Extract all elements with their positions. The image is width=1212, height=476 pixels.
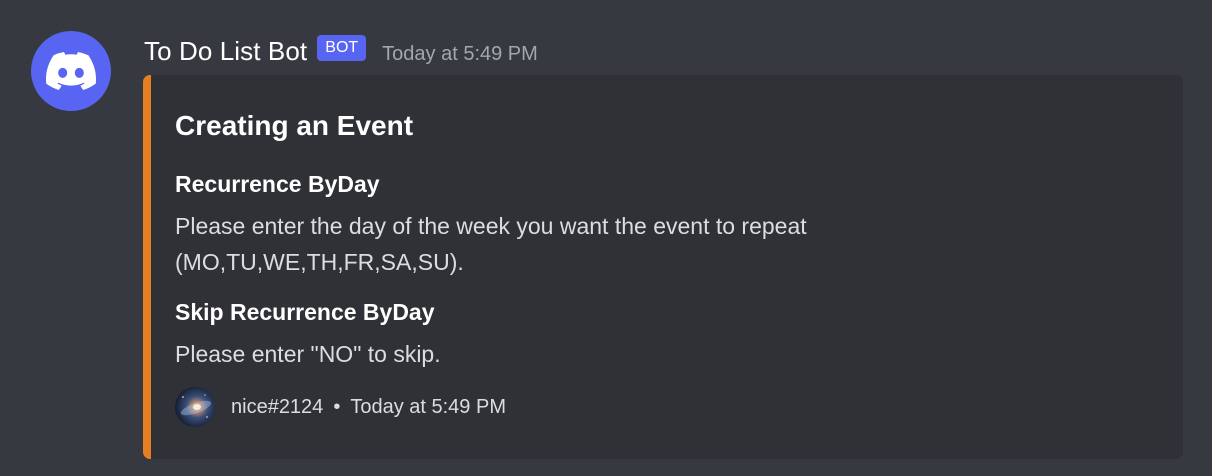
field-value-recurrence-byday: Please enter the day of the week you wan… [175, 208, 975, 280]
field-value-line: Please enter "NO" to skip. [175, 341, 441, 367]
field-value-line: (MO,TU,WE,TH,FR,SA,SU). [175, 249, 464, 275]
galaxy-avatar-icon [175, 387, 215, 427]
message-timestamp[interactable]: Today at 5:49 PM [382, 43, 538, 66]
bot-tag-badge: BOT [317, 35, 367, 61]
field-name-recurrence-byday: Recurrence ByDay [175, 171, 380, 197]
field-value-line: Please enter the day of the week you wan… [175, 213, 807, 239]
embed-footer: nice#2124 • Today at 5:49 PM [175, 387, 506, 427]
embed-accent-bar [143, 75, 151, 459]
bot-avatar[interactable] [31, 31, 111, 111]
footer-timestamp: Today at 5:49 PM [350, 395, 506, 418]
footer-separator: • [333, 395, 341, 418]
author-name[interactable]: To Do List Bot [144, 36, 307, 67]
embed-title: Creating an Event [175, 110, 414, 141]
footer-author: nice#2124 [231, 395, 324, 418]
field-value-skip-recurrence-byday: Please enter "NO" to skip. [175, 336, 975, 372]
message-header: To Do List Bot BOT Today at 5:49 PM [144, 33, 538, 69]
chat-message: To Do List Bot BOT Today at 5:49 PM Crea… [0, 0, 1212, 476]
field-name-skip-recurrence-byday: Skip Recurrence ByDay [175, 299, 435, 325]
embed-card: Creating an Event Recurrence ByDay Pleas… [143, 75, 1183, 459]
discord-logo-icon [46, 52, 96, 90]
